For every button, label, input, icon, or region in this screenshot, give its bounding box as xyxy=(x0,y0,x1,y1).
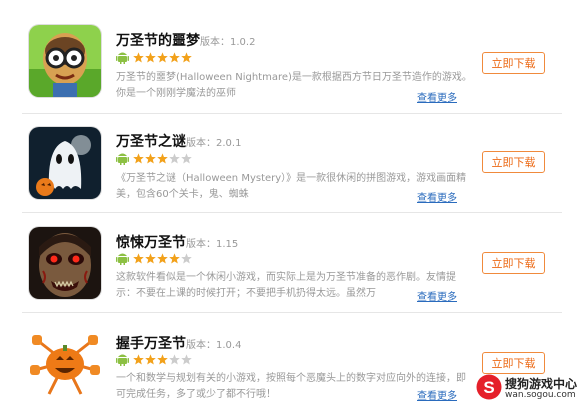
star-empty-icon xyxy=(181,353,192,364)
star-filled-icon xyxy=(133,152,144,163)
view-more-link[interactable]: 查看更多 xyxy=(417,189,457,204)
android-icon xyxy=(116,153,129,165)
zombie-face-icon[interactable] xyxy=(29,227,101,299)
app-title[interactable]: 万圣节之谜 xyxy=(116,131,186,151)
android-icon xyxy=(116,354,129,366)
star-filled-icon xyxy=(169,252,180,263)
star-filled-icon xyxy=(157,252,168,263)
app-list-item: 握手万圣节 版本：1.0.4 一个和数学与规划有关的小游戏，按照每个恶魔头上的数… xyxy=(0,0,584,402)
star-filled-icon xyxy=(145,152,156,163)
sogou-logo-icon: S xyxy=(476,374,502,400)
app-list: 万圣节的噩梦 版本：1.0.2 万圣节的噩梦(Halloween Nightma… xyxy=(0,0,584,405)
ghost-icon[interactable] xyxy=(29,127,101,199)
app-title[interactable]: 惊悚万圣节 xyxy=(116,232,186,252)
rating-row xyxy=(116,352,193,366)
version-info: 版本：1.15 xyxy=(186,235,238,250)
star-filled-icon xyxy=(133,353,144,364)
view-more-link[interactable]: 查看更多 xyxy=(417,387,457,402)
version-number: 1.0.4 xyxy=(216,340,242,351)
svg-text:S: S xyxy=(483,378,494,397)
star-empty-icon xyxy=(181,252,192,263)
version-label: 版本： xyxy=(186,239,216,250)
star-empty-icon xyxy=(169,353,180,364)
star-empty-icon xyxy=(169,152,180,163)
divider xyxy=(22,113,562,114)
pumpkin-icon[interactable] xyxy=(29,326,101,398)
version-label: 版本： xyxy=(186,340,216,351)
rating-row xyxy=(116,151,193,165)
divider xyxy=(22,212,562,213)
brand-domain: wan.sogou.com xyxy=(505,390,576,400)
app-title[interactable]: 握手万圣节 xyxy=(116,333,186,353)
star-filled-icon xyxy=(145,353,156,364)
version-info: 版本：2.0.1 xyxy=(186,134,241,149)
view-more-link[interactable]: 查看更多 xyxy=(417,288,457,303)
version-info: 版本：1.0.4 xyxy=(186,336,241,351)
star-filled-icon xyxy=(157,152,168,163)
version-number: 1.15 xyxy=(216,239,239,250)
star-filled-icon xyxy=(157,353,168,364)
star-filled-icon xyxy=(133,252,144,263)
download-button[interactable]: 立即下载 xyxy=(482,151,545,173)
version-label: 版本： xyxy=(186,138,216,149)
download-button[interactable]: 立即下载 xyxy=(482,252,545,274)
sogou-game-center-logo[interactable]: S 搜狗游戏中心 wan.sogou.com xyxy=(476,370,581,402)
version-number: 2.0.1 xyxy=(216,138,242,149)
rating-row xyxy=(116,251,193,265)
divider xyxy=(22,312,562,313)
android-icon xyxy=(116,253,129,265)
star-empty-icon xyxy=(181,152,192,163)
star-filled-icon xyxy=(145,252,156,263)
